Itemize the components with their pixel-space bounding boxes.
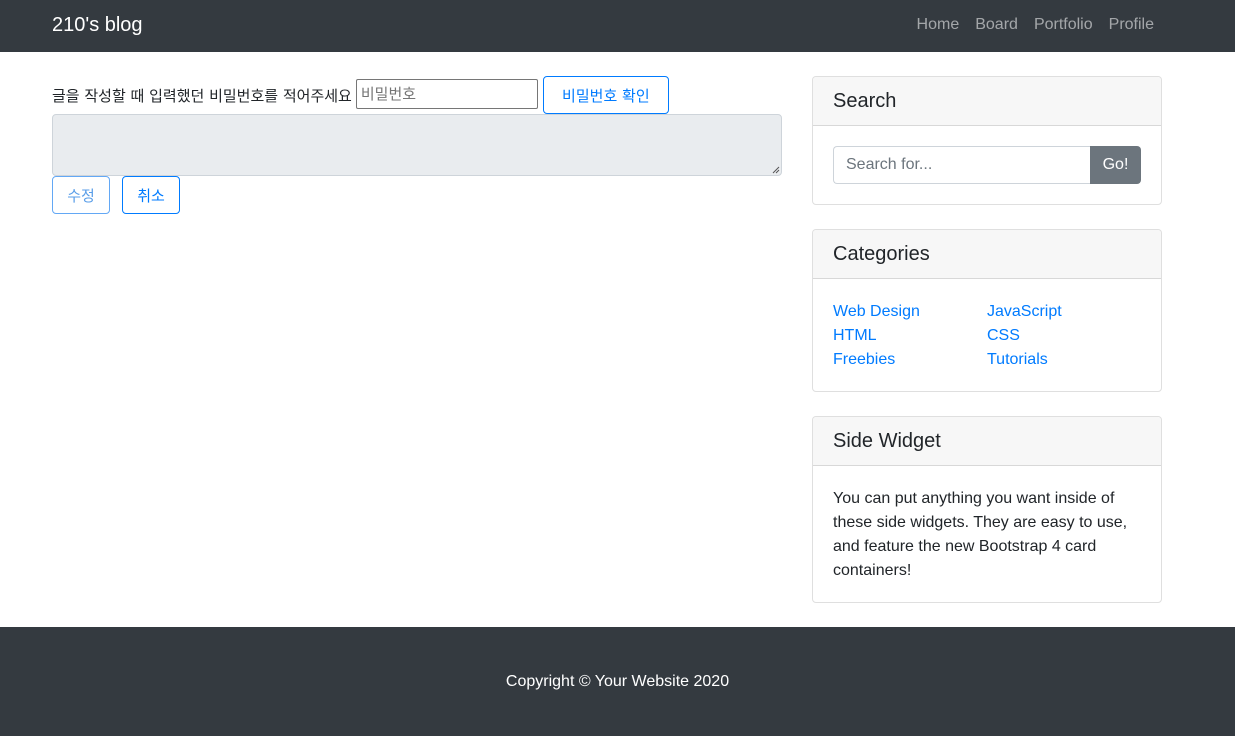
- category-link-freebies[interactable]: Freebies: [833, 348, 987, 372]
- categories-column-left: Web Design HTML Freebies: [833, 300, 987, 372]
- edit-button[interactable]: 수정: [52, 176, 110, 214]
- password-check-row: 글을 작성할 때 입력했던 비밀번호를 적어주세요 비밀번호 확인: [52, 76, 669, 114]
- resize-grip-icon[interactable]: [772, 166, 780, 174]
- password-prompt-label: 글을 작성할 때 입력했던 비밀번호를 적어주세요: [52, 86, 352, 105]
- search-card-title: Search: [813, 77, 1161, 126]
- post-content-textarea[interactable]: [52, 114, 782, 176]
- side-widget-card: Side Widget You can put anything you wan…: [812, 416, 1162, 603]
- search-input[interactable]: [833, 146, 1090, 184]
- categories-list: Web Design HTML Freebies JavaScript CSS …: [813, 279, 1161, 391]
- search-card: Search Go!: [812, 76, 1162, 205]
- top-navbar: 210's blog Home Board Portfolio Profile: [0, 0, 1235, 52]
- category-link-web-design[interactable]: Web Design: [833, 300, 987, 324]
- nav-link-board[interactable]: Board: [975, 14, 1018, 36]
- nav-links: Home Board Portfolio Profile: [917, 14, 1154, 36]
- categories-card-title: Categories: [813, 230, 1161, 279]
- side-widget-text: You can put anything you want inside of …: [833, 490, 1128, 579]
- page-footer: Copyright © Your Website 2020: [0, 627, 1235, 736]
- nav-link-profile[interactable]: Profile: [1109, 14, 1154, 36]
- category-link-html[interactable]: HTML: [833, 324, 987, 348]
- side-widget-title: Side Widget: [813, 417, 1161, 466]
- category-link-javascript[interactable]: JavaScript: [987, 300, 1141, 324]
- search-input-group: Go!: [833, 146, 1141, 184]
- nav-link-home[interactable]: Home: [917, 14, 960, 36]
- password-input[interactable]: [355, 79, 538, 109]
- cancel-button[interactable]: 취소: [122, 176, 180, 214]
- password-confirm-button[interactable]: 비밀번호 확인: [542, 76, 669, 114]
- search-card-body: Go!: [813, 126, 1161, 204]
- copyright-text: Copyright © Your Website 2020: [505, 672, 730, 690]
- brand-link[interactable]: 210's blog: [52, 12, 143, 38]
- search-go-button[interactable]: Go!: [1090, 146, 1141, 184]
- category-link-css[interactable]: CSS: [987, 324, 1141, 348]
- categories-card: Categories Web Design HTML Freebies Java…: [812, 229, 1162, 392]
- nav-link-portfolio[interactable]: Portfolio: [1034, 14, 1093, 36]
- category-link-tutorials[interactable]: Tutorials: [987, 348, 1141, 372]
- categories-column-right: JavaScript CSS Tutorials: [987, 300, 1141, 372]
